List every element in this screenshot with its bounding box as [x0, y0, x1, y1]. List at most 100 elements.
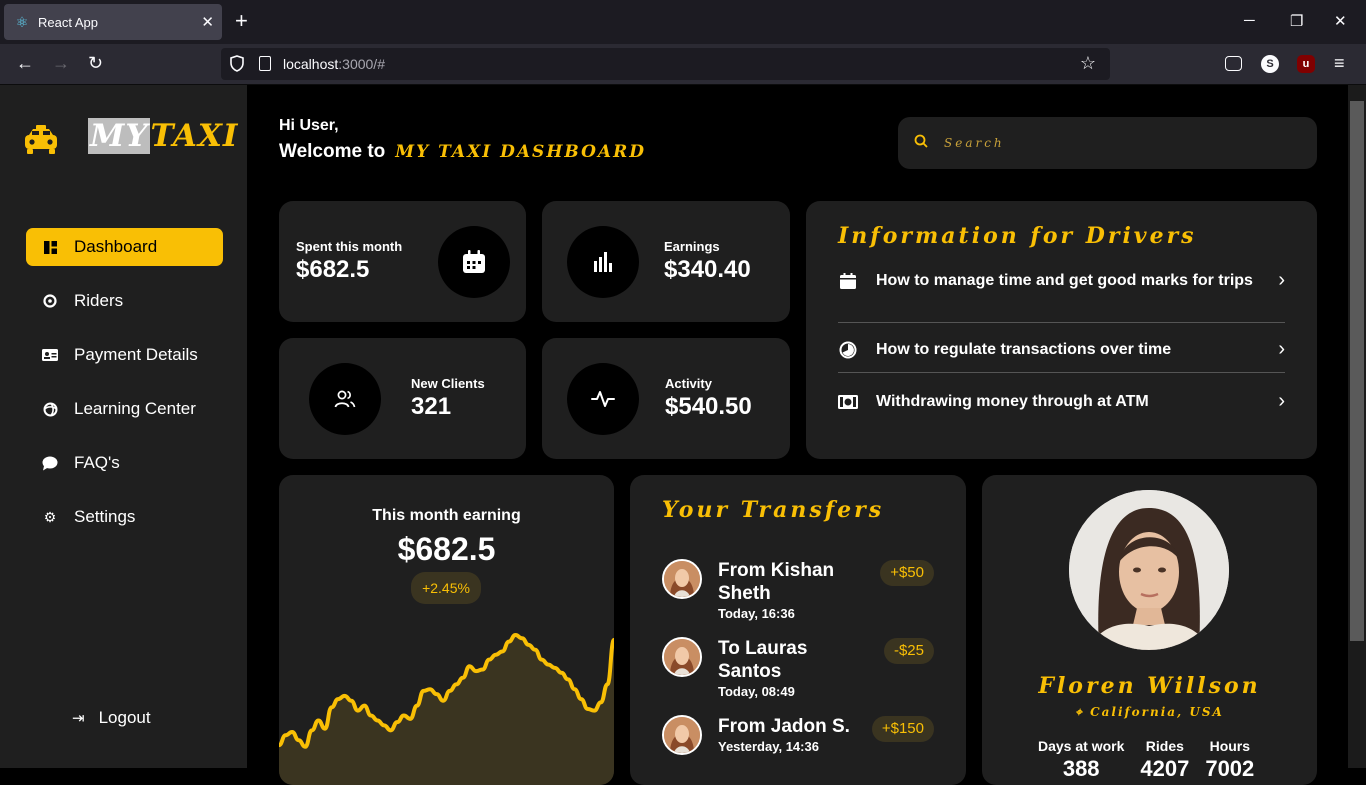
info-item-manage-time[interactable]: How to manage time and get good marks fo…	[838, 269, 1285, 292]
shield-icon[interactable]	[229, 55, 245, 72]
stat-label: Activity	[665, 376, 712, 391]
search-box[interactable]	[898, 117, 1317, 169]
transfers-title: Your Transfers	[662, 497, 885, 523]
profile-location: ⌖ California, USA	[1075, 705, 1224, 719]
driver-info-card: Information for Drivers How to manage ti…	[806, 201, 1317, 459]
transfer-item[interactable]: To Lauras Santos Today, 08:49 -$25	[662, 637, 934, 707]
learning-icon	[42, 401, 58, 417]
logout-label: Logout	[98, 708, 151, 727]
location-pin-icon: ⌖	[1075, 705, 1091, 719]
account-icon[interactable]: S	[1261, 55, 1279, 73]
transfer-time: Yesterday, 14:36	[718, 739, 819, 754]
driver-info-title: Information for Drivers	[838, 223, 1197, 249]
sidebar-item-label: Riders	[74, 291, 124, 310]
info-item-withdraw-atm[interactable]: Withdrawing money through at ATM ›	[838, 390, 1285, 413]
stat-value: $340.40	[664, 256, 751, 283]
transfer-amount: -$25	[883, 638, 934, 664]
calendar-icon	[838, 272, 858, 290]
sidebar-item-label: Dashboard	[74, 237, 158, 256]
sidebar-item-settings[interactable]: ⚙ Settings	[26, 498, 223, 536]
stat-card-earnings[interactable]: Earnings $340.40	[542, 201, 790, 322]
info-item-text: How to regulate transactions over time	[876, 341, 1172, 358]
reload-icon[interactable]: ↻	[88, 53, 103, 73]
close-window-icon[interactable]: ✕	[1334, 12, 1347, 30]
profile-name: Floren Willson	[1038, 673, 1261, 699]
tab-title: React App	[38, 14, 98, 30]
avatar	[662, 637, 702, 677]
info-item-text: How to manage time and get good marks fo…	[876, 272, 1253, 289]
app-logo[interactable]: MYTAXI	[88, 118, 238, 154]
transfer-item[interactable]: From Kishan Sheth Today, 16:36 +$50	[662, 559, 934, 629]
month-earning-card: This month earning $682.5 +2.45%	[279, 475, 614, 785]
sidebar-item-label: Settings	[74, 507, 136, 526]
avatar	[662, 715, 702, 755]
stat-label: New Clients	[411, 376, 485, 391]
profile-stat: Rides 4207	[1140, 738, 1189, 782]
sidebar-item-dashboard[interactable]: Dashboard	[26, 228, 223, 266]
stat-value: 321	[411, 393, 452, 420]
welcome-heading: Welcome to MY TAXI DASHBOARD	[279, 141, 646, 162]
transfer-time: Today, 08:49	[718, 684, 795, 699]
stat-card-new-clients[interactable]: New Clients 321	[279, 338, 526, 459]
forward-icon[interactable]: →	[52, 53, 70, 73]
transfer-name: To Lauras Santos	[718, 638, 808, 682]
sidebar-item-faqs[interactable]: FAQ's	[26, 444, 223, 482]
page-scrollbar[interactable]	[1348, 85, 1366, 768]
stat-value: $540.50	[665, 393, 752, 420]
riders-icon	[42, 293, 58, 309]
menu-hamburger-icon[interactable]: ≡	[1334, 53, 1345, 73]
sidebar-item-payment-details[interactable]: Payment Details	[26, 336, 223, 374]
profile-photo	[1069, 490, 1229, 650]
profile-stat-value: 388	[1062, 756, 1100, 781]
app-root: MYTAXI Dashboard Riders Payment Details …	[0, 85, 1366, 785]
sidebar: MYTAXI Dashboard Riders Payment Details …	[0, 85, 247, 768]
chevron-right-icon: ›	[1278, 338, 1285, 360]
earning-area-chart	[279, 632, 614, 785]
sidebar-item-learning-center[interactable]: Learning Center	[26, 390, 223, 428]
browser-navbar: ← → ↻ localhost:3000/# ☆ S u ≡	[0, 44, 1366, 85]
close-tab-icon[interactable]: ✕	[201, 13, 214, 31]
stat-card-spent[interactable]: Spent this month $682.5	[279, 201, 526, 322]
profile-stat-label: Days at work	[1038, 738, 1125, 754]
pocket-icon[interactable]	[1225, 56, 1242, 71]
taxi-logo-icon	[25, 125, 57, 154]
transfer-time: Today, 16:36	[718, 606, 795, 621]
transfer-name: From Jadon S.	[718, 716, 850, 737]
ublock-icon[interactable]: u	[1297, 55, 1315, 73]
pie-clock-icon	[838, 341, 858, 359]
search-icon	[914, 134, 928, 148]
transfer-item[interactable]: From Jadon S. Yesterday, 14:36 +$150	[662, 715, 934, 785]
profile-card: Floren Willson ⌖ California, USA Days at…	[982, 475, 1317, 785]
back-icon[interactable]: ←	[16, 53, 34, 73]
sidebar-item-label: FAQ's	[74, 453, 120, 472]
stat-label: Spent this month	[296, 239, 403, 254]
stat-value: $682.5	[296, 256, 370, 283]
sidebar-item-riders[interactable]: Riders	[26, 282, 223, 320]
react-icon: ⚛	[15, 14, 29, 30]
url-bar[interactable]: localhost:3000/# ☆	[221, 48, 1110, 80]
new-tab-icon[interactable]: +	[235, 9, 248, 33]
sidebar-item-label: Learning Center	[74, 399, 196, 418]
welcome-brand: MY TAXI DASHBOARD	[395, 142, 646, 162]
info-item-regulate-transactions[interactable]: How to regulate transactions over time ›	[838, 338, 1285, 361]
info-item-text: Withdrawing money through at ATM	[876, 393, 1149, 410]
browser-tabbar: ⚛ React App ✕ + ─ ❐ ✕	[0, 0, 1366, 44]
minimize-icon[interactable]: ─	[1244, 12, 1255, 29]
search-input[interactable]	[944, 131, 1284, 155]
url-text[interactable]: localhost:3000/#	[283, 56, 385, 72]
stat-card-activity[interactable]: Activity $540.50	[542, 338, 790, 459]
sidebar-item-label: Payment Details	[74, 345, 198, 364]
scrollbar-thumb[interactable]	[1350, 101, 1364, 641]
calendar-icon	[438, 226, 510, 298]
profile-stat-value: 4207	[1140, 756, 1190, 781]
bookmark-star-icon[interactable]: ☆	[1080, 53, 1096, 74]
browser-tab[interactable]: ⚛ React App ✕	[4, 4, 222, 40]
stat-label: Earnings	[664, 239, 720, 254]
transfer-amount: +$150	[871, 716, 934, 742]
chevron-right-icon: ›	[1278, 269, 1285, 291]
profile-stat-label: Hours	[1209, 738, 1251, 754]
profile-stat: Hours 7002	[1205, 738, 1254, 782]
logout-button[interactable]: ⇥ Logout	[72, 708, 151, 728]
restore-icon[interactable]: ❐	[1290, 12, 1303, 30]
transfer-amount: +$50	[880, 560, 934, 586]
